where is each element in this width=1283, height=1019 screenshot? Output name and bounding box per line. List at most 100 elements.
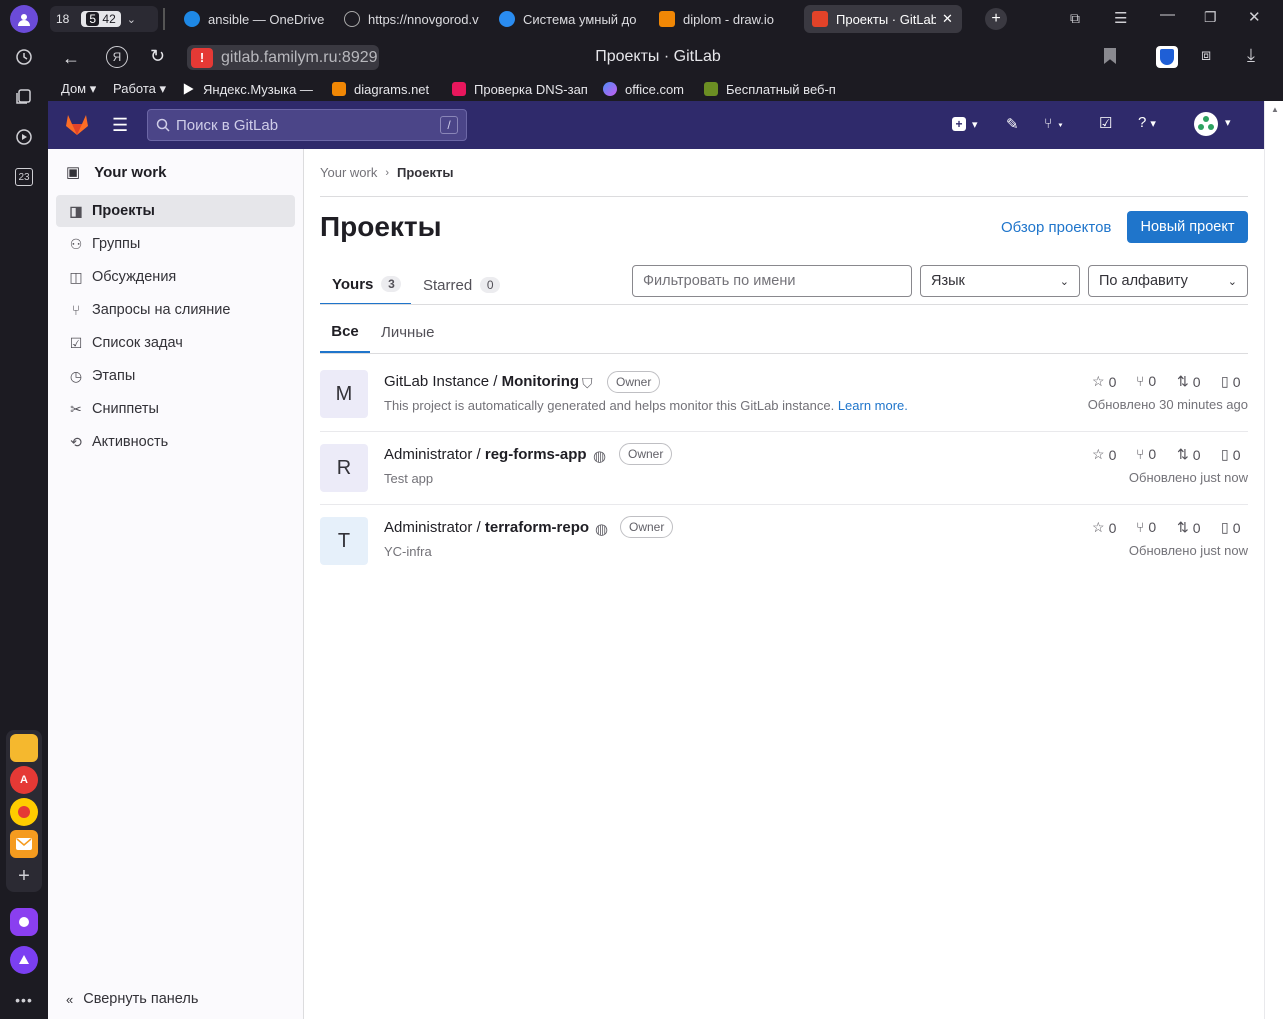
- project-namespace: GitLab Instance /: [384, 373, 502, 390]
- tab-group-badge[interactable]: 5 42: [81, 11, 121, 27]
- sidebar-item-projects[interactable]: ◨ Проекты: [56, 195, 295, 227]
- stars-count[interactable]: ☆ 0: [1092, 373, 1116, 390]
- stars-count[interactable]: ☆ 0: [1092, 519, 1116, 536]
- user-avatar[interactable]: [1194, 112, 1218, 136]
- project-avatar[interactable]: M: [320, 370, 368, 418]
- chevron-down-icon[interactable]: ▾: [1225, 116, 1231, 129]
- chevron-down-icon[interactable]: ⌄: [127, 13, 136, 26]
- forks-count[interactable]: ⑂ 0: [1136, 373, 1156, 389]
- bookmark-dns-check[interactable]: Проверка DNS-зап: [452, 80, 587, 98]
- chevron-down-icon: ⌄: [1227, 275, 1237, 288]
- sort-select[interactable]: По алфавиту ⌄: [1088, 265, 1248, 297]
- extension-shield-icon[interactable]: [1156, 46, 1178, 68]
- project-avatar[interactable]: T: [320, 517, 368, 565]
- fork-icon: ⑂: [1136, 519, 1145, 535]
- issues-count[interactable]: ▯ 0: [1221, 519, 1241, 536]
- issues-count[interactable]: ▯ 0: [1221, 446, 1241, 463]
- tab-divider: [163, 8, 165, 30]
- project-avatar[interactable]: R: [320, 444, 368, 492]
- breadcrumb-root[interactable]: Your work: [320, 165, 377, 180]
- todos-icon[interactable]: ☑: [1099, 114, 1112, 132]
- sidebar-item-todos[interactable]: ☑ Список задач: [56, 327, 295, 359]
- history-icon[interactable]: [10, 43, 38, 71]
- video-icon[interactable]: [10, 123, 38, 151]
- app-mail-icon[interactable]: [10, 830, 38, 858]
- gitlab-logo-icon[interactable]: [64, 111, 90, 142]
- bookmark-yandex-music[interactable]: Яндекс.Музыка —: [181, 80, 316, 98]
- filter-by-name-input[interactable]: Фильтровать по имени: [632, 265, 912, 297]
- app-notes-icon[interactable]: [10, 734, 38, 762]
- merge-requests-count[interactable]: ⇅ 0: [1177, 373, 1201, 390]
- app-music-icon[interactable]: [10, 798, 38, 826]
- restore-icon[interactable]: ❐: [1204, 9, 1217, 26]
- subtab-all[interactable]: Все: [320, 311, 370, 353]
- tab-drawio[interactable]: diplom - draw.io: [651, 5, 801, 33]
- add-app-icon[interactable]: +: [10, 862, 38, 890]
- more-icon[interactable]: •••: [10, 986, 38, 1014]
- merge-requests-count[interactable]: ⇅ 0: [1177, 519, 1201, 536]
- new-project-button[interactable]: Новый проект: [1127, 211, 1248, 243]
- hamburger-menu-icon[interactable]: ☰: [112, 115, 128, 136]
- stars-count[interactable]: ☆ 0: [1092, 446, 1116, 463]
- bookmark-folder-home[interactable]: Дом ▾: [61, 80, 96, 98]
- tab-nnovgorod[interactable]: https://nnovgorod.v: [336, 5, 481, 33]
- create-new-button[interactable]: + ▾: [952, 117, 978, 131]
- bookmark-diagrams[interactable]: diagrams.net: [332, 80, 429, 98]
- scroll-up-icon[interactable]: ▲: [1271, 105, 1279, 114]
- bookmark-office[interactable]: office.com: [603, 80, 684, 98]
- close-window-icon[interactable]: ✕: [1248, 8, 1261, 26]
- tab-onedrive[interactable]: ansible — OneDrive: [176, 5, 336, 33]
- merge-requests-count[interactable]: ⇅ 0: [1177, 446, 1201, 463]
- subtab-personal[interactable]: Личные: [381, 311, 434, 353]
- site-icon: [344, 11, 360, 27]
- tab-smart-home[interactable]: Система умный до: [491, 5, 641, 33]
- tab-manager-icon[interactable]: ⧉: [1070, 10, 1080, 27]
- calendar-icon[interactable]: 23: [10, 163, 38, 191]
- project-name-link[interactable]: Administrator / terraform-repo: [384, 519, 589, 536]
- tab-gitlab-active[interactable]: Проекты · GitLab ✕: [804, 5, 962, 33]
- bookmark-free-web[interactable]: Бесплатный веб-п: [704, 80, 839, 98]
- bookmark-folder-work[interactable]: Работа ▾: [113, 80, 166, 98]
- search-input[interactable]: Поиск в GitLab /: [147, 109, 467, 141]
- sidebar-item-label: Сниппеты: [92, 401, 159, 417]
- bookmark-label: office.com: [625, 81, 685, 97]
- issues-count[interactable]: ▯ 0: [1221, 373, 1241, 390]
- minimize-icon[interactable]: —: [1160, 6, 1175, 23]
- merge-requests-icon[interactable]: ⑂ ▾: [1044, 115, 1065, 131]
- bookmark-label: Проверка DNS-зап: [474, 81, 587, 97]
- page-scrollbar[interactable]: ▲: [1264, 101, 1283, 1019]
- sidebar-item-merge-requests[interactable]: ⑂ Запросы на слияние: [56, 294, 295, 326]
- app-translate-icon[interactable]: A: [10, 766, 38, 794]
- sidebar-item-groups[interactable]: ⚇ Группы: [56, 228, 295, 260]
- app-assistant-icon[interactable]: [10, 946, 38, 974]
- sidebar-item-milestones[interactable]: ◷ Этапы: [56, 360, 295, 392]
- menu-icon[interactable]: ☰: [1114, 9, 1127, 27]
- download-icon[interactable]: ⤓: [1247, 45, 1255, 66]
- collapse-sidebar-button[interactable]: « Свернуть панель: [66, 991, 198, 1007]
- help-icon[interactable]: ? ▾: [1138, 114, 1156, 131]
- sidebar-item-snippets[interactable]: ✂ Сниппеты: [56, 393, 295, 425]
- sidebar-item-issues[interactable]: ◫ Обсуждения: [56, 261, 295, 293]
- language-select[interactable]: Язык ⌄: [920, 265, 1080, 297]
- new-tab-button[interactable]: +: [985, 8, 1007, 30]
- close-tab-icon[interactable]: ✕: [942, 11, 953, 27]
- breadcrumb-current[interactable]: Проекты: [397, 165, 453, 180]
- tab-starred[interactable]: Starred 0: [423, 265, 501, 305]
- sidebar-context-header[interactable]: ▣ Your work: [66, 163, 166, 182]
- tab-label: Yours: [332, 275, 374, 293]
- role-badge: Owner: [619, 443, 673, 465]
- project-name-link[interactable]: Administrator / reg-forms-app: [384, 446, 587, 463]
- tab-yours[interactable]: Yours 3: [320, 265, 411, 305]
- forks-count[interactable]: ⑂ 0: [1136, 446, 1156, 462]
- explore-projects-link[interactable]: Обзор проектов: [1001, 219, 1111, 236]
- collections-icon[interactable]: [10, 83, 38, 111]
- forks-count[interactable]: ⑂ 0: [1136, 519, 1156, 535]
- extensions-icon[interactable]: ⧈: [1201, 47, 1211, 65]
- project-name-link[interactable]: GitLab Instance / Monitoring: [384, 373, 579, 390]
- tab-counter-group[interactable]: 18 5 42 ⌄: [50, 6, 158, 32]
- profile-avatar[interactable]: [10, 5, 38, 33]
- sidebar-item-activity[interactable]: ⟲ Активность: [56, 426, 295, 458]
- app-alice-icon[interactable]: [10, 908, 38, 936]
- issues-icon[interactable]: ✎: [1006, 115, 1019, 133]
- learn-more-link[interactable]: Learn more.: [838, 398, 908, 413]
